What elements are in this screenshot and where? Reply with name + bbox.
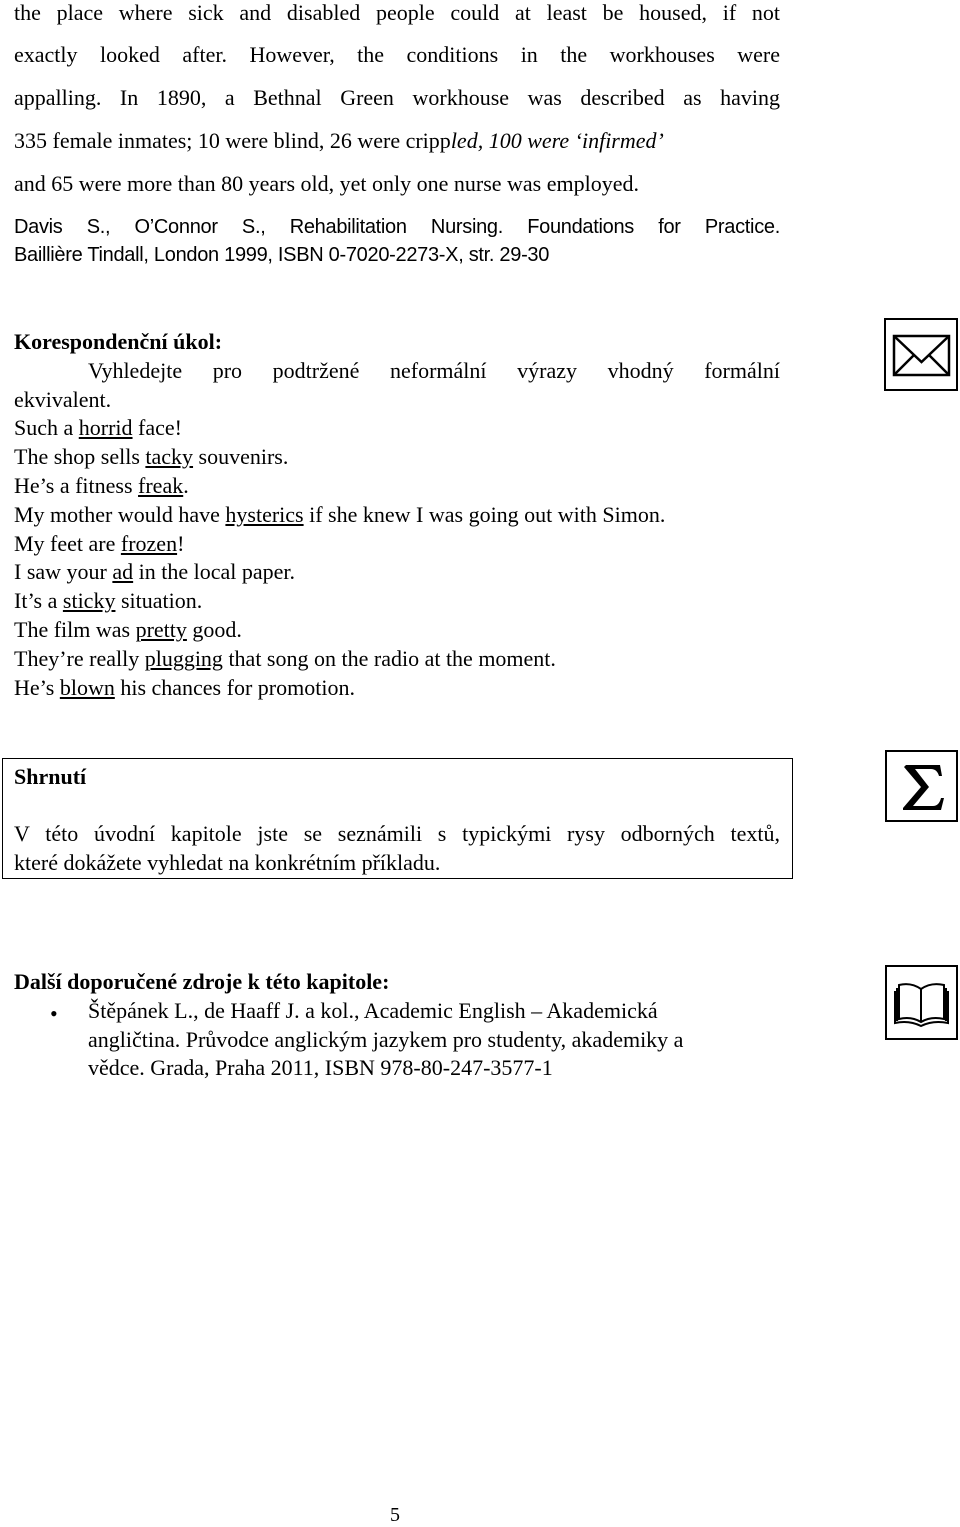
underlined-expression: blown [59,675,115,700]
quote-line: and 65 were more than 80 years old, yet … [14,171,639,196]
underlined-expression: tacky [145,444,194,469]
underlined-expression: sticky [62,588,116,613]
quote-italic-text: led, 100 were ‘infirmed’ [450,128,664,153]
sentence-text: situation. [115,588,203,613]
sentence-text: in the local paper. [133,559,296,584]
citation-line: Davis S., O’Connor S., Rehabilitation Nu… [14,216,780,238]
underlined-expression: freak [138,473,184,498]
example-sentence: They’re really plugging that song on the… [14,646,556,672]
example-sentence: It’s a sticky situation. [14,588,202,614]
example-sentence: Such a horrid face! [14,415,182,441]
example-sentence: He’s a fitness freak. [14,473,189,499]
example-sentence: The shop sells tacky souvenirs. [14,444,288,470]
quote-text: 335 female inmates; 10 were blind, 26 we… [14,128,451,153]
summary-text: V této úvodní kapitole jste se seznámili… [14,821,780,846]
summary-text: které dokážete vyhledat na konkrétním př… [14,850,441,875]
sentence-text: if she knew I was going out with Simon. [303,502,666,527]
sentence-text: good. [186,617,242,642]
sentence-text: The film was [14,617,136,642]
sentence-text: He’s [14,675,60,700]
example-sentence: I saw your ad in the local paper. [14,559,295,585]
quote-line: appalling. In 1890, a Bethnal Green work… [14,85,780,110]
source-line: Štěpánek L., de Haaff J. a kol., Academi… [88,998,658,1023]
task-heading-text: Korespondenční úkol: [14,329,223,354]
source-line: vědce. Grada, Praha 2011, ISBN 978-80-24… [88,1055,553,1080]
task-heading: Korespondenční úkol: [14,329,222,355]
sigma-icon [885,750,958,822]
quote-line: exactly looked after. However, the condi… [14,42,780,67]
sentence-text: souvenirs. [193,444,289,469]
summary-heading-text: Shrnutí [14,764,87,789]
underlined-expression: plugging [144,646,223,671]
example-sentence: He’s blown his chances for promotion. [14,675,355,701]
sentence-text: ! [177,531,185,556]
task-instruction: ekvivalent. [14,387,112,412]
sentence-text: They’re really [14,646,145,671]
underlined-expression: hysterics [225,502,304,527]
sentence-text: My feet are [14,531,121,556]
sources-heading-text: Další doporučené zdroje k této kapitole: [14,969,390,994]
sources-heading: Další doporučené zdroje k této kapitole: [14,969,389,995]
quote-line: the place where sick and disabled people… [14,0,780,25]
task-instruction: Vyhledejte pro podtržené neformální výra… [88,358,780,383]
sentence-text: The shop sells [14,444,146,469]
citation-line: Baillière Tindall, London 1999, ISBN 0-7… [14,244,550,266]
sentence-text: . [183,473,189,498]
example-sentence: My feet are frozen! [14,531,184,557]
summary-heading: Shrnutí [14,764,86,790]
underlined-expression: horrid [78,415,133,440]
envelope-icon [884,318,958,391]
sentence-text: his chances for promotion. [114,675,355,700]
bullet-icon: • [50,1001,58,1026]
sentence-text: I saw your [14,559,113,584]
quote-line: 335 female inmates; 10 were blind, 26 we… [14,128,780,154]
underlined-expression: frozen [120,531,178,556]
source-line: angličtina. Průvodce anglickým jazykem p… [88,1027,684,1052]
underlined-expression: ad [112,559,134,584]
sentence-text: My mother would have [14,502,226,527]
sentence-text: that song on the radio at the moment. [222,646,556,671]
underlined-expression: pretty [135,617,187,642]
example-sentence: The film was pretty good. [14,617,242,643]
sentence-text: face! [132,415,182,440]
sentence-text: He’s a fitness [14,473,139,498]
book-icon [885,965,958,1040]
sentence-text: Such a [14,415,79,440]
example-sentence: My mother would have hysterics if she kn… [14,502,665,528]
sentence-text: It’s a [14,588,63,613]
